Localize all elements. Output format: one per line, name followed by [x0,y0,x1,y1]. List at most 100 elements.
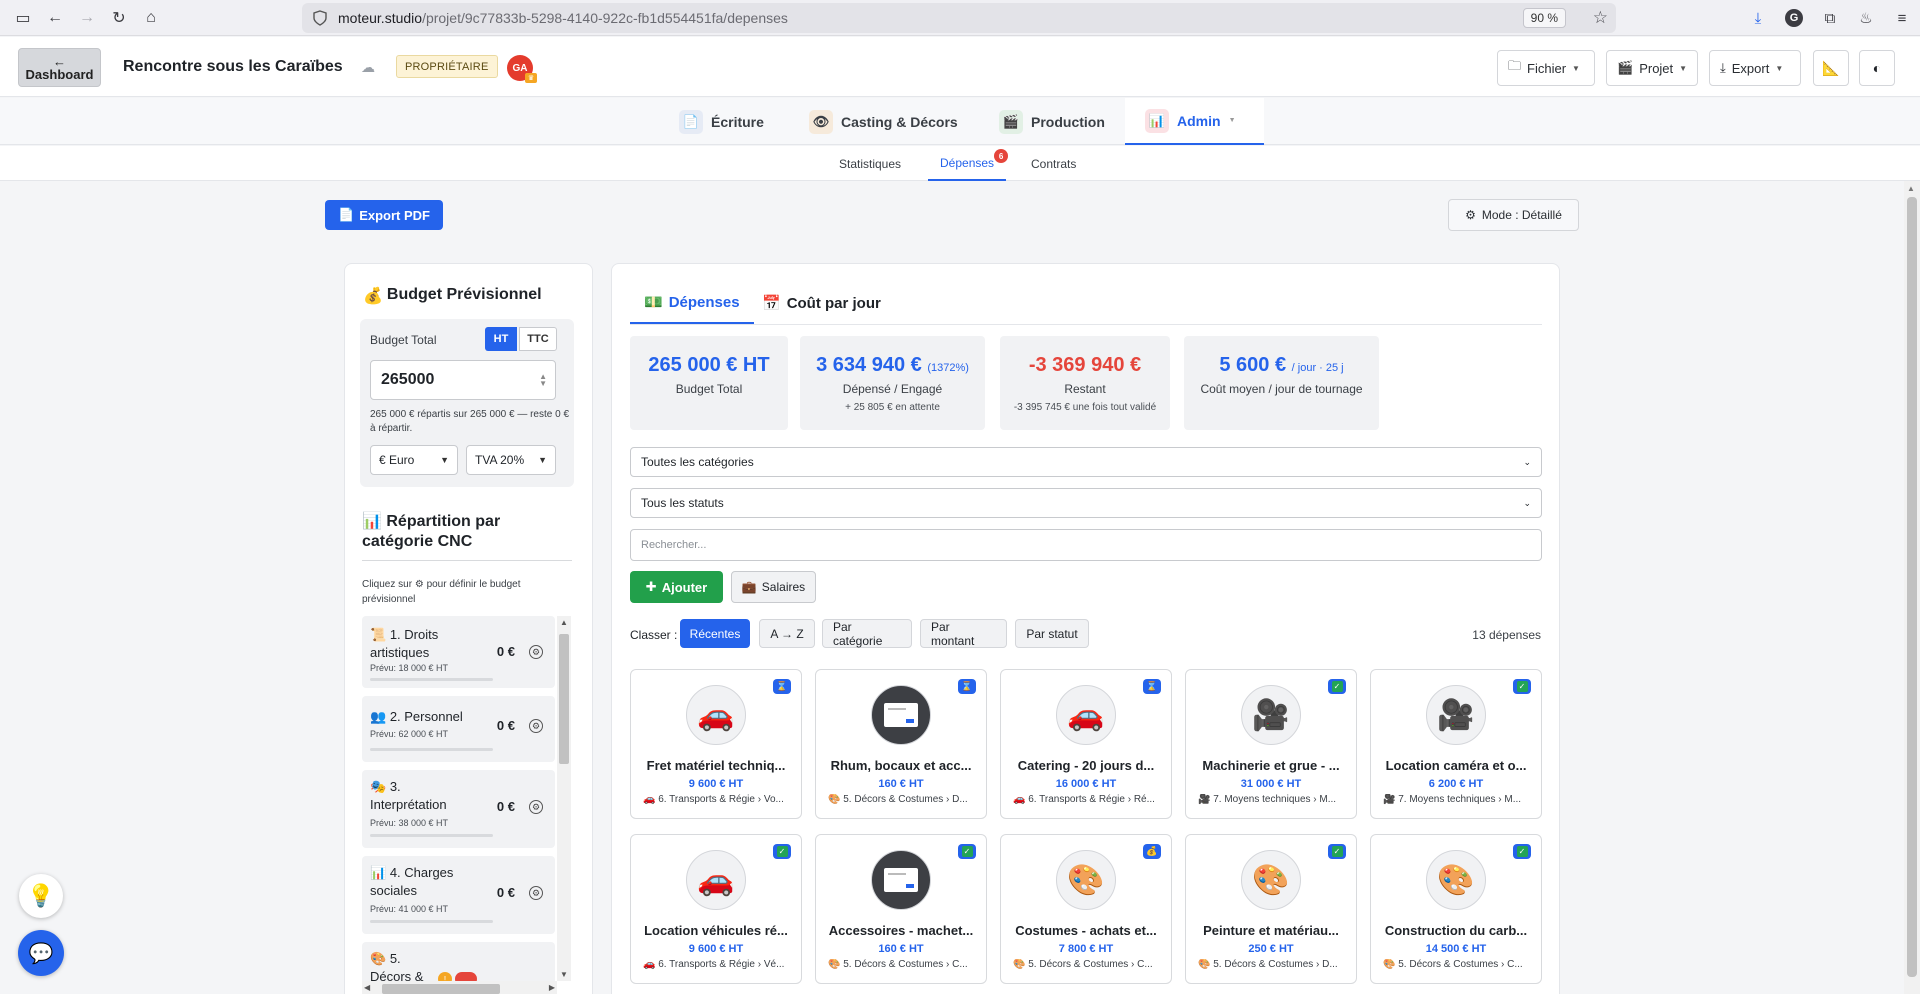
export-pdf-button[interactable]: 📄 Export PDF [325,200,443,230]
gear-icon[interactable]: ⚙ [529,719,543,733]
search-placeholder: Rechercher... [641,539,707,551]
list-item[interactable]: 📊 4. Charges sociales 0 € ⚙ Prévu: 41 00… [362,856,555,934]
category-hscrollbar[interactable]: ◀ ▶ [362,981,557,994]
card-category: 🚗 6. Transports & Régie › Vé... [643,959,793,970]
fichier-menu-button[interactable]: 🗀 Fichier ▼ [1497,50,1595,86]
chat-button[interactable]: 💬 [18,930,64,976]
salaires-button[interactable]: 💼 Salaires [731,571,816,603]
mode-label: Mode : Détaillé [1481,208,1562,222]
ttc-toggle[interactable]: TTC [519,327,557,351]
tva-select[interactable]: TVA 20% ▼ [466,445,556,475]
flame-icon[interactable]: ♨ [1848,0,1884,36]
scrollbar-thumb[interactable] [1907,197,1917,977]
projet-label: Projet [1639,60,1674,76]
tab-ecriture[interactable]: 📄 Écriture [659,98,784,145]
divider [362,560,572,561]
expense-card[interactable]: 🚗 ⌛ Fret matériel techniq... 9 600 € HT … [630,669,802,819]
scrollbar-thumb[interactable] [382,984,500,994]
reload-icon[interactable]: ↻ [104,3,134,33]
palette-icon: 🎨 [1241,850,1301,910]
expense-count: 13 dépenses [1472,628,1541,642]
sort-statut[interactable]: Par statut [1015,619,1089,648]
menu-icon[interactable]: ≡ [1884,0,1920,36]
expense-card[interactable]: ⌛ Rhum, bocaux et acc... 160 € HT 🎨 5. D… [815,669,987,819]
tab-casting[interactable]: 👁 Casting & Décors [789,98,978,145]
url-host: moteur.studio [338,10,423,26]
sort-montant[interactable]: Par montant [920,619,1007,648]
list-item[interactable]: 👥 2. Personnel 0 € ⚙ Prévu: 62 000 € HT [362,696,555,762]
search-input[interactable]: Rechercher... [630,529,1542,561]
account-icon[interactable]: G [1776,0,1812,36]
scroll-up-icon[interactable]: ▲ [1907,184,1915,193]
zoom-indicator[interactable]: 90 % [1522,8,1566,28]
sidebar-toggle-icon[interactable]: ▭ [8,3,38,33]
card-title: Peinture et matériau... [1203,923,1339,938]
spinner-icon[interactable]: ▲ ▼ [539,373,547,388]
status-filter-select[interactable]: Tous les statuts ⌄ [630,488,1542,518]
gear-icon[interactable]: ⚙ [529,645,543,659]
fichier-label: Fichier [1527,60,1567,76]
bookmark-star-icon[interactable]: ☆ [1593,8,1608,28]
category-scrollbar[interactable]: ▲ ▼ [557,616,571,981]
divider [630,324,1542,325]
briefcase-icon: 💼 [741,580,757,594]
expense-card[interactable]: 🎥 ✓ Location caméra et o... 6 200 € HT 🎥… [1370,669,1542,819]
scrollbar-thumb[interactable] [559,634,569,764]
stat-percent: (1372%) [927,362,969,374]
list-item[interactable]: 🎭 3. Interprétation 0 € ⚙ Prévu: 38 000 … [362,770,555,848]
home-icon[interactable]: ⌂ [136,3,166,33]
expense-card[interactable]: 🚗 ✓ Location véhicules ré... 9 600 € HT … [630,834,802,984]
budget-total-input[interactable]: 265000 ▲ ▼ [370,360,556,400]
mode-toggle-button[interactable]: ⚙ Mode : Détaillé [1448,199,1579,231]
tab-admin[interactable]: 📊 Admin ▼ [1125,98,1264,145]
page-scrollbar[interactable]: ▲ [1904,181,1920,994]
gear-icon[interactable]: ⚙ [529,886,543,900]
scroll-up-icon[interactable]: ▲ [560,618,568,627]
expense-card[interactable]: 🎨 💰 Costumes - achats et... 7 800 € HT 🎨… [1000,834,1172,984]
dashboard-button[interactable]: ← Dashboard [18,48,101,87]
progress-bar [370,920,493,923]
theme-toggle-button[interactable]: ◐ [1859,50,1895,86]
sort-alpha[interactable]: A → Z [759,619,815,648]
tab-cout-par-jour[interactable]: 📅 Coût par jour [748,282,895,324]
expense-card[interactable]: ✓ Accessoires - machet... 160 € HT 🎨 5. … [815,834,987,984]
scroll-right-icon[interactable]: ▶ [549,983,555,992]
list-item[interactable]: 📜 1. Droits artistiques 0 € ⚙ Prévu: 18 … [362,616,555,688]
gear-icon[interactable]: ⚙ [529,800,543,814]
download-icon[interactable]: ⤓ [1740,0,1776,36]
stat-value: 3 634 940 € (1372%) [800,354,985,377]
tab-depenses-list[interactable]: 💵 Dépenses [630,282,754,324]
projet-menu-button[interactable]: 🎬 Projet ▼ [1606,50,1698,86]
tab-statistiques[interactable]: Statistiques [827,146,913,181]
tab-contrats[interactable]: Contrats [1019,146,1088,181]
stat-depense: 3 634 940 € (1372%) Dépensé / Engagé + 2… [800,336,985,430]
sort-categorie[interactable]: Par catégorie [822,619,912,648]
add-expense-button[interactable]: ✚ Ajouter [630,571,723,603]
tab-production[interactable]: 🎬 Production [979,98,1125,145]
list-item[interactable]: 🎨 5. Décors & ! [362,942,555,986]
extensions-icon[interactable]: ⧉ [1812,0,1848,36]
back-icon[interactable]: ← [40,3,70,33]
scroll-left-icon[interactable]: ◀ [364,983,370,992]
ruler-button[interactable]: 📐 [1813,50,1849,86]
card-category: 🎨 5. Décors & Costumes › C... [1013,959,1163,970]
status-filter-value: Tous les statuts [641,496,724,510]
contrast-icon: ◐ [1872,60,1882,76]
car-icon: 🚗 [643,794,656,805]
tab-depenses[interactable]: Dépenses 6 [928,146,1009,181]
url-bar[interactable]: moteur.studio/projet/9c77833b-5298-4140-… [302,3,1616,33]
category-filter-select[interactable]: Toutes les catégories ⌄ [630,447,1542,477]
avatar[interactable]: GA ♛ [507,55,537,83]
forward-icon[interactable]: → [72,3,102,33]
expense-card[interactable]: 🎥 ✓ Machinerie et grue - ... 31 000 € HT… [1185,669,1357,819]
sort-recentes[interactable]: Récentes [680,619,750,648]
currency-select[interactable]: € Euro ▼ [370,445,458,475]
scroll-down-icon[interactable]: ▼ [560,970,568,979]
expense-card[interactable]: 🎨 ✓ Construction du carb... 14 500 € HT … [1370,834,1542,984]
tips-button[interactable]: 💡 [19,874,63,918]
ht-toggle[interactable]: HT [485,327,517,351]
stat-big: 3 634 940 € [816,354,922,376]
export-menu-button[interactable]: ⤓ Export ▼ [1709,50,1801,86]
expense-card[interactable]: 🚗 ⌛ Catering - 20 jours d... 16 000 € HT… [1000,669,1172,819]
expense-card[interactable]: 🎨 ✓ Peinture et matériau... 250 € HT 🎨 5… [1185,834,1357,984]
